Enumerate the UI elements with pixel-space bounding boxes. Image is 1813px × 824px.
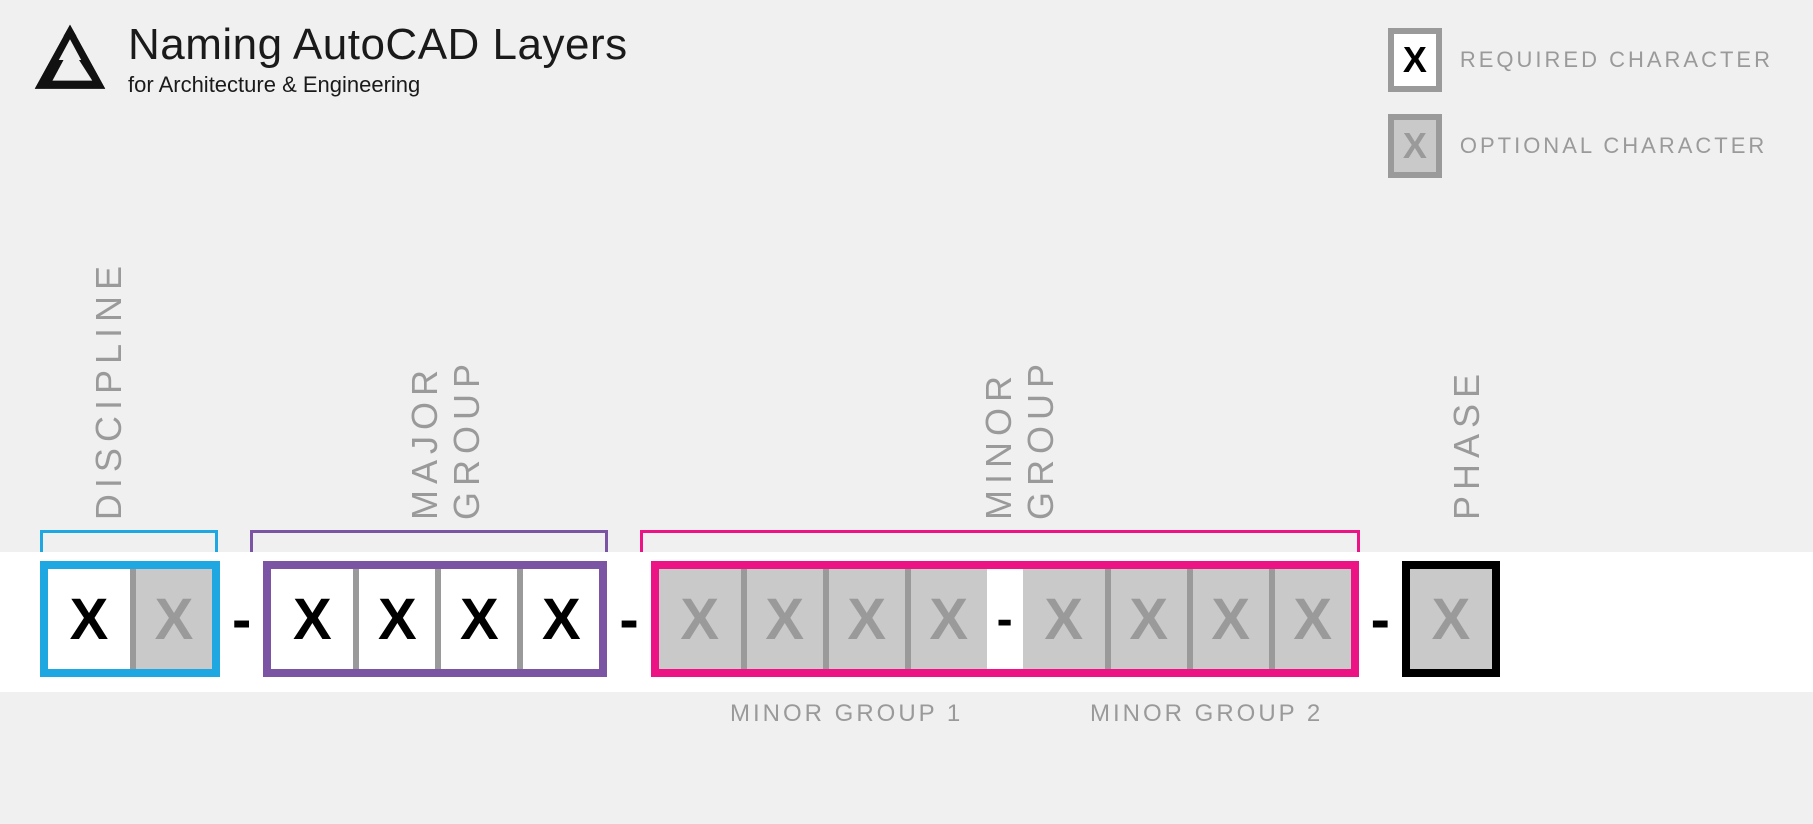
minor1-char-1: X [659, 569, 741, 669]
legend: X REQUIRED CHARACTER X OPTIONAL CHARACTE… [1388, 28, 1773, 200]
group-discipline: X X [40, 561, 220, 677]
page-subtitle: for Architecture & Engineering [128, 72, 628, 98]
phase-char-1: X [1410, 569, 1492, 669]
separator-1: - [220, 586, 263, 653]
discipline-char-2: X [130, 569, 212, 669]
minor2-char-2: X [1105, 569, 1187, 669]
legend-optional-label: OPTIONAL CHARACTER [1460, 133, 1767, 159]
minor2-char-3: X [1187, 569, 1269, 669]
label-minor: MINOR GROUP [978, 200, 1062, 520]
page-title: Naming AutoCAD Layers [128, 20, 628, 70]
label-major: MAJOR GROUP [404, 200, 488, 520]
group-major: X X X X [263, 561, 607, 677]
bracket-major [250, 530, 608, 554]
legend-required-row: X REQUIRED CHARACTER [1388, 28, 1773, 92]
discipline-char-1: X [48, 569, 130, 669]
legend-optional-row: X OPTIONAL CHARACTER [1388, 114, 1773, 178]
minor2-char-4: X [1269, 569, 1351, 669]
minor-inner-gap: - [987, 569, 1023, 669]
section-labels: DISCIPLINE MAJOR GROUP MINOR GROUP PHASE [0, 200, 1813, 520]
title-block: Naming AutoCAD Layers for Architecture &… [128, 20, 628, 98]
minor1-char-3: X [823, 569, 905, 669]
bracket-discipline [40, 530, 218, 554]
penrose-triangle-icon [30, 20, 110, 100]
header: Naming AutoCAD Layers for Architecture &… [30, 20, 628, 100]
minor2-char-1: X [1023, 569, 1105, 669]
major-char-1: X [271, 569, 353, 669]
minor1-char-2: X [741, 569, 823, 669]
legend-required-label: REQUIRED CHARACTER [1460, 47, 1773, 73]
sublabel-minor2: MINOR GROUP 2 [1090, 700, 1323, 728]
major-char-2: X [353, 569, 435, 669]
legend-optional-box: X [1388, 114, 1442, 178]
label-phase: PHASE [1446, 368, 1488, 520]
minor1-char-4: X [905, 569, 987, 669]
bracket-minor [640, 530, 1360, 554]
group-minor: X X X X - X X X X [651, 561, 1359, 677]
layer-name-track: X X - X X X X - X X X X - X X X X - X [40, 558, 1500, 680]
major-char-3: X [435, 569, 517, 669]
legend-required-box: X [1388, 28, 1442, 92]
sublabel-minor1: MINOR GROUP 1 [730, 700, 963, 728]
group-phase: X [1402, 561, 1500, 677]
separator-inner: - [997, 592, 1013, 647]
major-char-4: X [517, 569, 599, 669]
label-discipline: DISCIPLINE [88, 260, 130, 520]
separator-2: - [607, 586, 650, 653]
separator-3: - [1359, 586, 1402, 653]
